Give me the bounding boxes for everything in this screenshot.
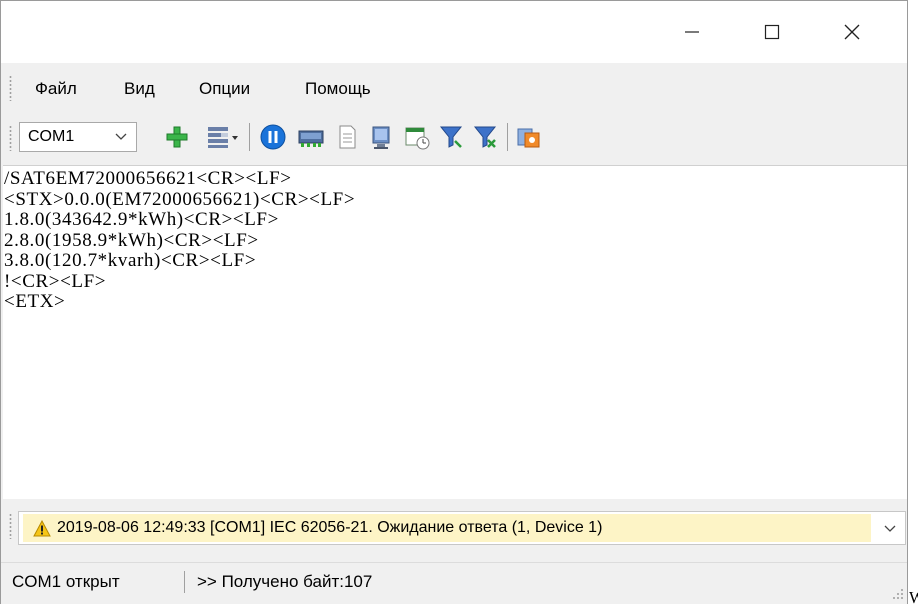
- maximize-button[interactable]: [749, 1, 795, 63]
- computer-icon[interactable]: [367, 123, 395, 151]
- minimize-icon: [685, 31, 699, 33]
- edge-text: W: [909, 590, 918, 606]
- title-bar[interactable]: [1, 1, 907, 63]
- status-bar: COM1 открыт >> Получено байт:107: [1, 562, 907, 604]
- document-icon[interactable]: [333, 123, 361, 151]
- chevron-down-icon: [884, 525, 896, 532]
- satellite-remove-icon[interactable]: [471, 123, 499, 151]
- close-icon: [844, 24, 860, 40]
- chevron-down-icon: [115, 133, 127, 140]
- menu-view[interactable]: Вид: [120, 77, 159, 101]
- app-window: Файл Вид Опции Помощь COM1 /SAT6EM720006…: [0, 0, 908, 604]
- calendar-icon[interactable]: [403, 123, 431, 151]
- log-message-text: 2019-08-06 12:49:33 [COM1] IEC 62056-21.…: [57, 519, 603, 536]
- menu-help[interactable]: Помощь: [301, 77, 375, 101]
- toolbar-separator: [507, 123, 508, 151]
- menubar-grip[interactable]: [9, 75, 12, 101]
- warning-icon: [33, 519, 51, 536]
- menu-bar: Файл Вид Опции Помощь: [1, 63, 907, 113]
- logpanel-grip[interactable]: [9, 513, 12, 539]
- toolbar-separator: [249, 123, 250, 151]
- pause-icon[interactable]: [259, 123, 287, 151]
- menu-file[interactable]: Файл: [31, 77, 81, 101]
- terminal-line: !<CR><LF>: [4, 270, 107, 292]
- minimize-button[interactable]: [669, 1, 715, 63]
- device-icon[interactable]: [297, 123, 325, 151]
- log-dropdown[interactable]: 2019-08-06 12:49:33 [COM1] IEC 62056-21.…: [18, 511, 906, 545]
- terminal-line: <STX>0.0.0(EM72000656621)<CR><LF>: [4, 188, 356, 210]
- satellite-filter-icon[interactable]: [437, 123, 465, 151]
- terminal-line: 3.8.0(120.7*kvarh)<CR><LF>: [4, 250, 257, 271]
- menu-options[interactable]: Опции: [195, 77, 254, 101]
- close-button[interactable]: [829, 1, 875, 63]
- resize-grip-icon[interactable]: [891, 587, 905, 601]
- port-select-value: COM1: [28, 128, 75, 145]
- terminal-output[interactable]: /SAT6EM72000656621<CR><LF> <STX>0.0.0(EM…: [3, 165, 907, 499]
- toolbar-grip[interactable]: [9, 125, 12, 151]
- port-select[interactable]: COM1: [19, 122, 137, 152]
- log-message: 2019-08-06 12:49:33 [COM1] IEC 62056-21.…: [23, 514, 871, 542]
- terminal-line: 2.8.0(1958.9*kWh)<CR><LF>: [4, 229, 259, 251]
- list-menu-icon[interactable]: [205, 123, 241, 151]
- terminal-line: <ETX>: [4, 291, 66, 312]
- status-port-state: COM1 открыт: [12, 572, 120, 591]
- status-received-bytes: >> Получено байт:107: [197, 572, 373, 591]
- maximize-icon: [764, 24, 780, 40]
- terminal-line: 1.8.0(343642.9*kWh)<CR><LF>: [4, 209, 279, 230]
- terminal-line: /SAT6EM72000656621<CR><LF>: [4, 168, 292, 189]
- status-separator: [184, 571, 185, 593]
- export-icon[interactable]: [515, 123, 543, 151]
- add-icon[interactable]: [163, 123, 191, 151]
